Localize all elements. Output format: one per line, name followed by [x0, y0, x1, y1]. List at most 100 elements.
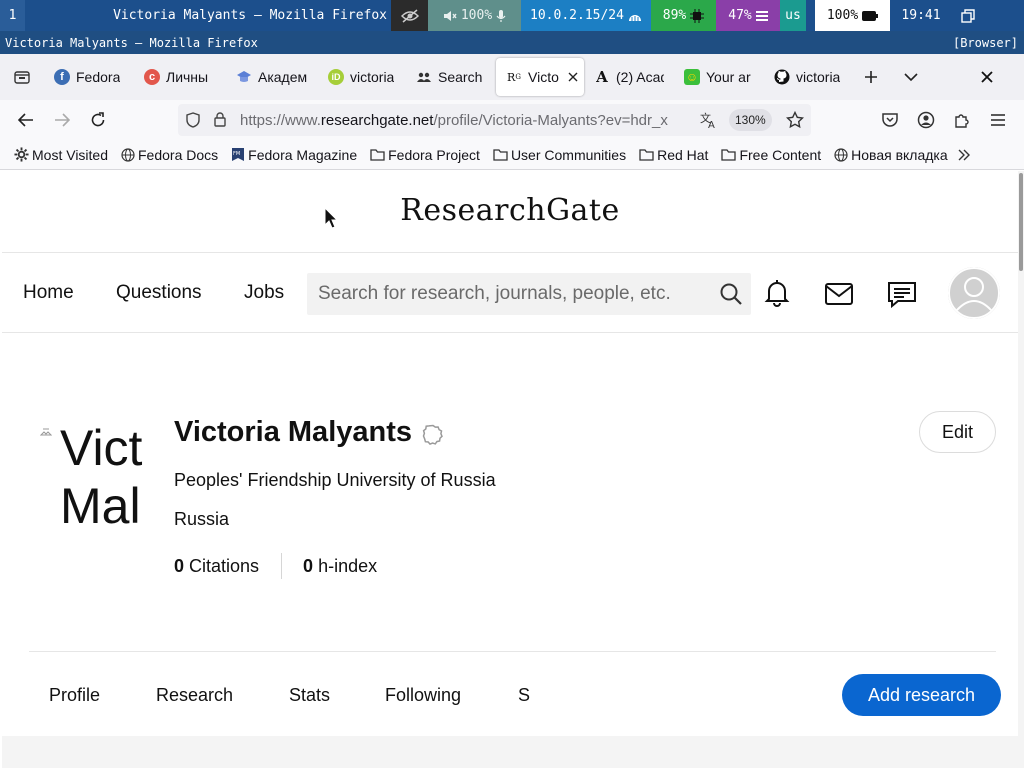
bookmark-label: Most Visited — [32, 146, 108, 163]
tab-personal[interactable]: c Личны — [134, 58, 226, 96]
page-scrollbar[interactable] — [1018, 171, 1024, 768]
tab-truncated[interactable]: S — [518, 685, 532, 706]
citations-value: 0 — [174, 555, 185, 576]
bookmarks-toolbar: Most Visited Fedora Docs FM Fedora Magaz… — [0, 140, 1024, 170]
tab-researchgate-active[interactable]: RG Victo — [496, 58, 584, 96]
rg-search-input[interactable]: Search for research, journals, people, e… — [307, 273, 751, 315]
account-button[interactable] — [908, 104, 944, 136]
svg-text:A: A — [708, 120, 715, 129]
add-research-button[interactable]: Add research — [842, 674, 1001, 716]
globe-icon — [121, 147, 135, 162]
chevron-down-icon — [904, 73, 918, 82]
tab-search[interactable]: Search — [406, 58, 496, 96]
bell-icon[interactable] — [764, 279, 790, 307]
url-path: /profile/Victoria-Malyants?ev=hdr_x — [433, 111, 668, 129]
search-placeholder: Search for research, journals, people, e… — [318, 283, 671, 304]
bookmark-fedora-docs[interactable]: Fedora Docs — [121, 147, 218, 163]
cpu-indicator[interactable]: 89% — [651, 0, 716, 31]
window-titlebar: Victoria Malyants — Mozilla Firefox [Bro… — [0, 31, 1024, 54]
citations-label: Citations — [189, 555, 260, 576]
researchgate-logo[interactable]: ResearchGate — [2, 193, 1018, 228]
address-bar[interactable]: https://www.researchgate.net/profile/Vic… — [178, 104, 811, 136]
tab-label: Search — [438, 69, 483, 85]
close-icon — [981, 71, 993, 83]
bookmark-fedora-magazine[interactable]: FM Fedora Magazine — [231, 147, 357, 163]
shield-icon — [186, 112, 200, 128]
bookmark-label: Free Content — [739, 146, 822, 163]
nav-home[interactable]: Home — [23, 282, 74, 304]
user-avatar[interactable] — [948, 267, 1000, 319]
zoom-indicator[interactable]: 130% — [729, 109, 772, 131]
firefox-view-button[interactable] — [0, 58, 44, 96]
nav-questions[interactable]: Questions — [116, 282, 202, 304]
pocket-button[interactable] — [872, 104, 908, 136]
tab-following[interactable]: Following — [385, 685, 461, 706]
tab-orcid[interactable]: iD victoria — [318, 58, 406, 96]
cpu-usage: 89% — [662, 8, 687, 23]
bookmarks-overflow-button[interactable] — [957, 149, 971, 161]
chat-icon[interactable] — [888, 282, 916, 308]
arrow-left-icon — [18, 113, 33, 127]
tab-label: (2) Acad — [616, 69, 664, 85]
photo-alt-text-line-1: Vict — [60, 420, 143, 476]
forward-button[interactable] — [44, 104, 80, 136]
bookmark-free-content[interactable]: Free Content — [721, 147, 821, 163]
window-switcher-button[interactable] — [952, 0, 983, 31]
tab-academia[interactable]: A (2) Acad — [584, 58, 674, 96]
new-tab-button[interactable] — [854, 58, 888, 96]
extensions-button[interactable] — [944, 104, 980, 136]
bookmark-new-tab[interactable]: Новая вкладка — [834, 147, 948, 163]
bookmark-label: Fedora Project — [388, 146, 480, 163]
tab-stats[interactable]: Stats — [289, 685, 330, 706]
menu-lines-icon — [755, 10, 768, 21]
svg-text:FM: FM — [233, 151, 240, 157]
tab-label: Личны — [166, 69, 209, 85]
edit-profile-button[interactable]: Edit — [919, 411, 996, 453]
translate-icon[interactable]: 文A — [700, 111, 718, 129]
close-window-button[interactable] — [970, 58, 1004, 96]
keyboard-layout[interactable]: us — [780, 0, 806, 31]
reload-button[interactable] — [80, 104, 116, 136]
gear-icon — [14, 147, 29, 162]
mail-icon[interactable] — [825, 283, 853, 305]
volume-indicator[interactable]: 100% — [428, 0, 521, 31]
tab-your-account[interactable]: ☺ Your ar — [674, 58, 764, 96]
star-icon[interactable] — [786, 111, 804, 129]
scrollbar-thumb[interactable] — [1019, 173, 1023, 271]
hindex-value: 0 — [303, 555, 314, 576]
url-text[interactable]: https://www.researchgate.net/profile/Vic… — [240, 112, 690, 129]
workspace-indicator[interactable]: 1 — [0, 0, 25, 31]
profile-institution[interactable]: Peoples' Friendship University of Russia — [174, 470, 496, 491]
bookmark-fedora-project[interactable]: Fedora Project — [370, 147, 480, 163]
verification-badge-icon[interactable] — [422, 424, 444, 446]
folder-icon — [721, 149, 737, 161]
profile-photo[interactable]: Vict Mal — [40, 419, 148, 537]
tab-profile[interactable]: Profile — [49, 685, 100, 706]
network-indicator[interactable]: 10.0.2.15/24 — [521, 0, 651, 31]
battery-indicator[interactable]: 100% — [815, 0, 890, 31]
bookmark-label: Новая вкладка — [851, 146, 948, 163]
tab-red-icon: c — [144, 69, 160, 85]
tab-academy[interactable]: Академ — [226, 58, 318, 96]
nav-jobs[interactable]: Jobs — [244, 282, 284, 304]
bookmark-user-communities[interactable]: User Communities — [493, 147, 626, 163]
app-menu-button[interactable] — [980, 104, 1016, 136]
folder-icon — [639, 149, 654, 161]
back-button[interactable] — [8, 104, 44, 136]
network-icon — [628, 14, 641, 21]
smiley-icon: ☺ — [684, 69, 700, 85]
tab-fedora[interactable]: f Fedora — [44, 58, 134, 96]
tab-label: Victo — [528, 69, 559, 85]
search-icon[interactable] — [719, 282, 743, 306]
puzzle-icon — [955, 114, 969, 128]
tab-github[interactable]: victoria — [764, 58, 852, 96]
bookmark-most-visited[interactable]: Most Visited — [14, 147, 108, 163]
window-mode: [Browser] — [952, 35, 1018, 50]
list-all-tabs-button[interactable] — [894, 58, 928, 96]
bookmark-red-hat[interactable]: Red Hat — [639, 147, 708, 163]
volume-level: 100% — [460, 8, 493, 23]
memory-indicator[interactable]: 47% — [716, 0, 780, 31]
rg-main-nav: Home Questions Jobs Search for research,… — [2, 253, 1018, 333]
close-tab-icon[interactable] — [568, 72, 578, 82]
tab-research[interactable]: Research — [156, 685, 233, 706]
